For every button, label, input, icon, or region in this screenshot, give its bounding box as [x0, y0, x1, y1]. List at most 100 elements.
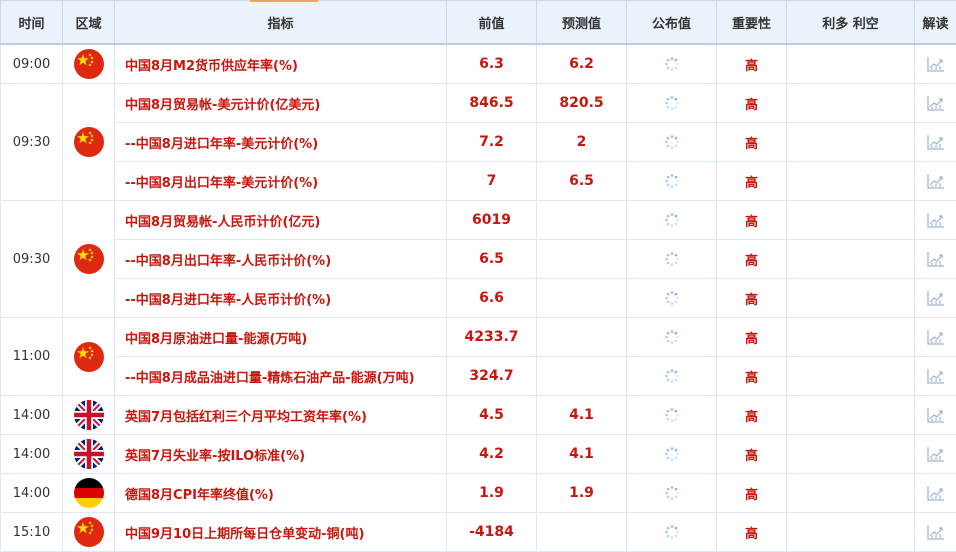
- table-row: 14:00 德国8月CPI年率终值(%) 1.9 1.9 高: [0, 473, 956, 513]
- importance-value: 高: [716, 43, 787, 84]
- indicator-link[interactable]: --中国8月出口年率-美元计价(%): [114, 161, 447, 201]
- loading-spinner-icon: [664, 407, 680, 423]
- event-time: 09:30: [0, 200, 63, 318]
- impact-cell: [786, 473, 915, 513]
- interpret-cell[interactable]: [914, 356, 956, 396]
- previous-value: 6019: [446, 200, 537, 240]
- forecast-value: 1.9: [536, 473, 627, 513]
- chart-analysis-icon[interactable]: [926, 94, 946, 112]
- indicator-link[interactable]: 英国7月包括红利三个月平均工资年率(%): [114, 395, 447, 435]
- region-cell: [62, 43, 115, 84]
- interpret-cell[interactable]: [914, 395, 956, 435]
- interpret-cell[interactable]: [914, 317, 956, 357]
- actual-value: [626, 278, 717, 318]
- importance-value: 高: [716, 122, 787, 162]
- interpret-cell[interactable]: [914, 278, 956, 318]
- loading-spinner-icon: [664, 134, 680, 150]
- forecast-value: [536, 278, 627, 318]
- indicator-link[interactable]: 中国8月贸易帐-美元计价(亿美元): [114, 83, 447, 123]
- previous-value: 6.5: [446, 239, 537, 279]
- loading-spinner-icon: [664, 56, 680, 72]
- actual-value: [626, 317, 717, 357]
- indicator-link[interactable]: 中国8月M2货币供应年率(%): [114, 43, 447, 84]
- importance-value: 高: [716, 239, 787, 279]
- event-time: 14:00: [0, 434, 63, 474]
- impact-cell: [786, 395, 915, 435]
- importance-value: 高: [716, 200, 787, 240]
- interpret-cell[interactable]: [914, 122, 956, 162]
- header-interpret: 解读: [914, 0, 956, 45]
- event-time: 11:00: [0, 317, 63, 396]
- indicator-link[interactable]: 中国8月原油进口量-能源(万吨): [114, 317, 447, 357]
- impact-cell: [786, 317, 915, 357]
- interpret-cell[interactable]: [914, 239, 956, 279]
- impact-cell: [786, 122, 915, 162]
- header-region: 区域: [62, 0, 115, 45]
- region-cell: [62, 512, 115, 552]
- chart-analysis-icon[interactable]: [926, 289, 946, 307]
- region-cell: [62, 434, 115, 474]
- actual-value: [626, 356, 717, 396]
- indicator-link[interactable]: --中国8月出口年率-人民币计价(%): [114, 239, 447, 279]
- loading-spinner-icon: [664, 524, 680, 540]
- importance-value: 高: [716, 395, 787, 435]
- chart-analysis-icon[interactable]: [926, 250, 946, 268]
- chart-analysis-icon[interactable]: [926, 406, 946, 424]
- china-flag-icon: [73, 341, 104, 372]
- china-flag-icon: [73, 517, 104, 547]
- indicator-link[interactable]: 英国7月失业率-按ILO标准(%): [114, 434, 447, 474]
- indicator-link[interactable]: 中国8月贸易帐-人民币计价(亿元): [114, 200, 447, 240]
- interpret-cell[interactable]: [914, 83, 956, 123]
- impact-cell: [786, 200, 915, 240]
- indicator-link[interactable]: --中国8月进口年率-美元计价(%): [114, 122, 447, 162]
- previous-value: 6.6: [446, 278, 537, 318]
- forecast-value: [536, 512, 627, 552]
- chart-analysis-icon[interactable]: [926, 211, 946, 229]
- table-row: 09:00 中国8月M2货币供应年率(%) 6.3 6.2 高: [0, 43, 956, 84]
- importance-value: 高: [716, 434, 787, 474]
- forecast-value: 820.5: [536, 83, 627, 123]
- impact-cell: [786, 161, 915, 201]
- header-indicator: 指标: [114, 0, 447, 45]
- loading-spinner-icon: [664, 251, 680, 267]
- indicator-link[interactable]: 德国8月CPI年率终值(%): [114, 473, 447, 513]
- loading-spinner-icon: [664, 95, 680, 111]
- previous-value: 4.2: [446, 434, 537, 474]
- indicator-link[interactable]: --中国8月成品油进口量-精炼石油产品-能源(万吨): [114, 356, 447, 396]
- header-importance: 重要性: [716, 0, 787, 45]
- actual-value: [626, 200, 717, 240]
- interpret-cell[interactable]: [914, 434, 956, 474]
- economic-calendar-table: 时间 区域 指标 前值 预测值 公布值 重要性 利多 利空 解读 09:00 中国…: [0, 0, 956, 552]
- interpret-cell[interactable]: [914, 43, 956, 84]
- indicator-link[interactable]: --中国8月进口年率-人民币计价(%): [114, 278, 447, 318]
- china-flag-icon: [73, 127, 104, 157]
- table-row: 14:00 英国7月包括红利三个月平均工资年率(%) 4.5 4.1 高: [0, 395, 956, 435]
- chart-analysis-icon[interactable]: [926, 55, 946, 73]
- forecast-value: [536, 239, 627, 279]
- interpret-cell[interactable]: [914, 512, 956, 552]
- importance-value: 高: [716, 356, 787, 396]
- impact-cell: [786, 434, 915, 474]
- table-row: --中国8月进口年率-人民币计价(%) 6.6 高: [1, 278, 956, 318]
- chart-analysis-icon[interactable]: [926, 172, 946, 190]
- interpret-cell[interactable]: [914, 200, 956, 240]
- event-time: 09:00: [0, 43, 63, 84]
- uk-flag-icon: [73, 400, 104, 430]
- chart-analysis-icon[interactable]: [926, 328, 946, 346]
- uk-flag-icon: [73, 439, 104, 469]
- interpret-cell[interactable]: [914, 473, 956, 513]
- actual-value: [626, 161, 717, 201]
- importance-value: 高: [716, 83, 787, 123]
- chart-analysis-icon[interactable]: [926, 367, 946, 385]
- table-row: 11:00 中国8月原油进口量-能源(万吨) 4233.7 高: [0, 317, 956, 396]
- interpret-cell[interactable]: [914, 161, 956, 201]
- chart-analysis-icon[interactable]: [926, 133, 946, 151]
- chart-analysis-icon[interactable]: [926, 484, 946, 502]
- region-cell: [62, 200, 115, 318]
- chart-analysis-icon[interactable]: [926, 445, 946, 463]
- header-forecast: 预测值: [536, 0, 627, 45]
- chart-analysis-icon[interactable]: [926, 523, 946, 541]
- indicator-link[interactable]: 中国9月10日上期所每日仓单变动-铜(吨): [114, 512, 447, 552]
- event-time: 14:00: [0, 395, 63, 435]
- previous-value: 1.9: [446, 473, 537, 513]
